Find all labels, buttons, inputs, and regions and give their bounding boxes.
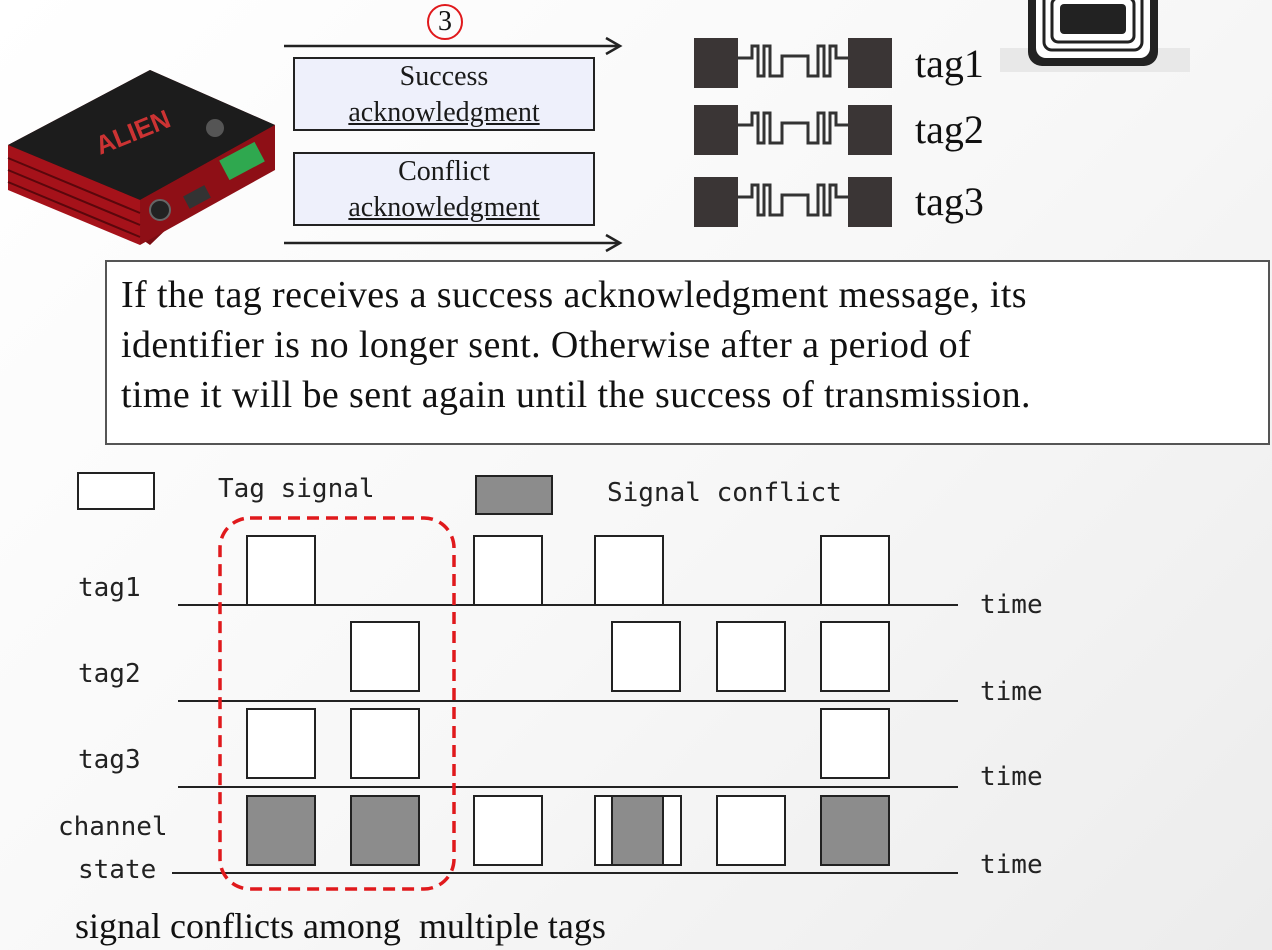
tag3-signal: [246, 708, 316, 779]
time-label-tag1: time: [980, 590, 1043, 620]
row-label-channel: channel: [58, 812, 168, 842]
channel-conflict: [611, 795, 664, 866]
channel-success: [473, 795, 543, 866]
row-label-tag2: tag2: [78, 659, 141, 689]
channel-conflict: [350, 795, 420, 866]
info-line-3: time it will be sent again until the suc…: [121, 374, 1031, 416]
legend-tag-signal-label: Tag signal: [218, 474, 375, 504]
tag1-signal: [594, 535, 664, 606]
diagram-caption: signal conflicts among multiple tags: [75, 906, 606, 946]
rfid-tag-image-3: [694, 177, 892, 227]
time-label-tag2: time: [980, 677, 1043, 707]
row-label-tag1: tag1: [78, 573, 141, 603]
rfid-reader-image: ALIEN: [7, 70, 275, 245]
channel-conflict: [820, 795, 890, 866]
row-label-state: state: [78, 855, 157, 885]
arrow-bottom: [284, 233, 623, 253]
row-label-tag3: tag3: [78, 745, 141, 775]
tag3-signal: [350, 708, 420, 779]
legend-signal-conflict-swatch: [475, 475, 553, 515]
info-text-box: If the tag receives a success acknowledg…: [105, 260, 1270, 445]
step-number: 3: [438, 6, 452, 37]
arrow-top: [284, 36, 623, 56]
tag3-label: tag3: [915, 179, 984, 224]
timing-diagram: [172, 516, 958, 891]
time-label-tag3: time: [980, 762, 1043, 792]
channel-success: [716, 795, 786, 866]
rfid-tag-image-1: [694, 38, 892, 88]
legend-signal-conflict-label: Signal conflict: [607, 478, 842, 508]
time-label-channel: time: [980, 850, 1043, 880]
tag3-signal: [820, 708, 890, 779]
tag1-signal: [473, 535, 543, 606]
tag2-signal: [611, 621, 681, 692]
info-line-1: If the tag receives a success acknowledg…: [121, 274, 1027, 316]
tag2-signal: [350, 621, 420, 692]
tag2-label: tag2: [915, 107, 984, 152]
tag2-signal: [716, 621, 786, 692]
conflict-ack-line1: Conflict: [398, 156, 490, 187]
rfid-tag-image-2: [694, 105, 892, 155]
tag1-label: tag1: [915, 41, 984, 86]
tag2-signal: [820, 621, 890, 692]
success-ack-line1: Success: [399, 61, 489, 92]
conflict-ack-line2: acknowledgment: [348, 192, 540, 223]
channel-conflict: [246, 795, 316, 866]
tag1-signal: [820, 535, 890, 606]
info-line-2: identifier is no longer sent. Otherwise …: [121, 324, 972, 366]
success-ack-line2: acknowledgment: [348, 97, 540, 128]
legend-tag-signal-swatch: [77, 472, 155, 510]
success-ack-box: Success acknowledgment: [293, 57, 595, 131]
nfc-tag-image: [1000, 0, 1190, 72]
conflict-ack-box: Conflict acknowledgment: [293, 152, 595, 226]
tag1-signal: [246, 535, 316, 606]
